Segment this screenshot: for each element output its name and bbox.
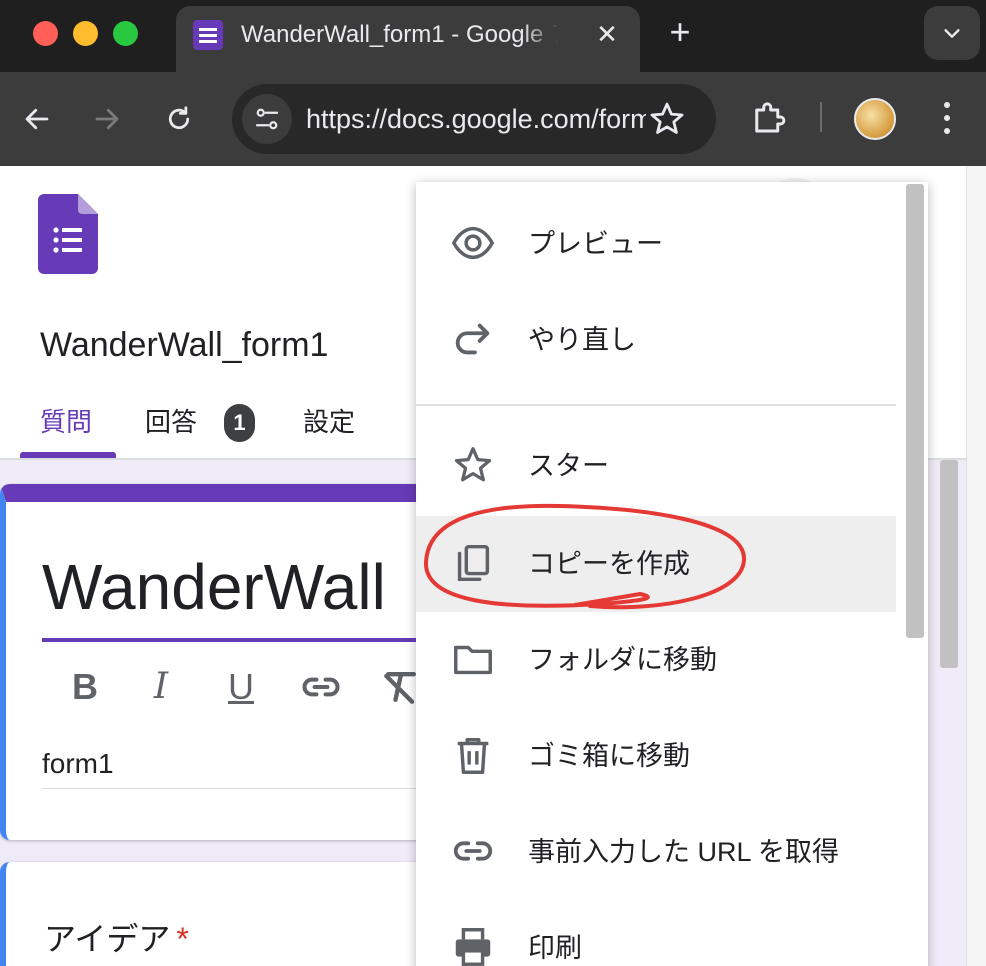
- menu-label: フォルダに移動: [528, 645, 717, 675]
- menu-item-move-to-folder[interactable]: フォルダに移動: [416, 612, 896, 708]
- link-icon: [302, 677, 340, 697]
- puzzle-icon: [755, 102, 786, 133]
- required-asterisk: *: [176, 921, 189, 957]
- menu-label: コピーを作成: [528, 549, 690, 579]
- tune-icon: [255, 108, 279, 130]
- menu-label: 印刷: [528, 933, 582, 963]
- url-text[interactable]: https://docs.google.com/forms/: [306, 100, 646, 138]
- print-icon: [455, 928, 491, 966]
- profile-avatar[interactable]: [854, 98, 896, 140]
- bookmark-button[interactable]: [646, 98, 688, 140]
- browser-toolbar: https://docs.google.com/forms/: [0, 72, 986, 166]
- close-window-button[interactable]: [33, 21, 58, 46]
- question-title-text: アイデア: [44, 921, 171, 957]
- form-title[interactable]: WanderWall: [42, 550, 386, 624]
- reload-icon: [168, 106, 190, 130]
- page-scrollbar-track[interactable]: [966, 166, 986, 966]
- menu-item-preview[interactable]: プレビュー: [416, 196, 896, 292]
- question-card[interactable]: アイデア *: [0, 862, 440, 966]
- new-tab-button[interactable]: +: [660, 12, 700, 52]
- trash-icon: [457, 737, 489, 774]
- form-description[interactable]: form1: [42, 748, 114, 780]
- insert-link-button[interactable]: [296, 662, 346, 712]
- italic-button[interactable]: I: [136, 662, 186, 712]
- tab-questions[interactable]: 質問: [40, 402, 92, 439]
- menu-item-redo[interactable]: やり直し: [416, 292, 896, 388]
- google-forms-logo-icon: [38, 194, 98, 274]
- reload-button[interactable]: [156, 96, 202, 142]
- menu-separator: [416, 404, 896, 406]
- more-options-menu: プレビュー やり直し スター コピーを作成 フォルダに移動 ゴミ箱に移動 事前入…: [416, 182, 928, 966]
- zoom-window-button[interactable]: [113, 21, 138, 46]
- menu-item-move-to-trash[interactable]: ゴミ箱に移動: [416, 708, 896, 804]
- link-icon: [453, 841, 493, 861]
- tab-responses[interactable]: 回答: [145, 402, 197, 439]
- menu-label: やり直し: [528, 325, 636, 355]
- extensions-button[interactable]: [748, 96, 790, 138]
- forms-favicon-icon: [193, 20, 223, 50]
- star-outline-icon: [650, 102, 684, 134]
- responses-count-badge: 1: [224, 404, 255, 442]
- description-underline: [42, 788, 442, 789]
- menu-label: プレビュー: [528, 229, 663, 259]
- tab-settings[interactable]: 設定: [303, 402, 355, 439]
- star-icon: [454, 447, 492, 482]
- browser-tab-active[interactable]: WanderWall_form1 - Google フォーム ✕: [176, 6, 640, 72]
- toolbar-divider: [820, 102, 822, 132]
- site-info-button[interactable]: [242, 94, 292, 144]
- copy-icon: [457, 544, 490, 582]
- menu-scrollbar[interactable]: [906, 184, 924, 638]
- page-scrollbar-thumb[interactable]: [940, 460, 958, 668]
- form-header-card[interactable]: WanderWall B I U form1: [0, 484, 442, 840]
- underline-button[interactable]: U: [216, 662, 266, 712]
- menu-label: ゴミ箱に移動: [528, 741, 690, 771]
- browser-menu-icon[interactable]: [930, 96, 964, 140]
- form-name[interactable]: WanderWall_form1: [40, 326, 328, 365]
- menu-item-star[interactable]: スター: [416, 418, 896, 514]
- menu-label: 事前入力した URL を取得: [528, 837, 840, 867]
- back-button[interactable]: [14, 96, 60, 142]
- screen: WanderWall_form1 - Google フォーム ✕ + https…: [0, 0, 986, 966]
- folder-icon: [454, 645, 492, 675]
- menu-item-make-copy[interactable]: コピーを作成: [416, 516, 896, 612]
- address-bar[interactable]: https://docs.google.com/forms/: [232, 84, 716, 154]
- redo-icon: [455, 323, 490, 355]
- question-title[interactable]: アイデア *: [44, 914, 189, 960]
- tab-search-button[interactable]: [924, 6, 980, 60]
- menu-item-prefilled-url[interactable]: 事前入力した URL を取得: [416, 804, 896, 900]
- bold-button[interactable]: B: [60, 662, 110, 712]
- title-underline: [42, 638, 442, 642]
- arrow-right-icon: [95, 108, 119, 130]
- arrow-left-icon: [25, 108, 49, 130]
- tab-title: WanderWall_form1 - Google フォーム: [241, 21, 559, 48]
- menu-label: スター: [528, 451, 609, 481]
- menu-item-print[interactable]: 印刷: [416, 900, 896, 966]
- eye-icon: [451, 226, 495, 260]
- tab-strip: WanderWall_form1 - Google フォーム ✕ +: [0, 0, 986, 72]
- close-tab-icon[interactable]: ✕: [590, 17, 624, 51]
- chevron-down-icon: [944, 29, 960, 38]
- forward-button[interactable]: [84, 96, 130, 142]
- minimize-window-button[interactable]: [73, 21, 98, 46]
